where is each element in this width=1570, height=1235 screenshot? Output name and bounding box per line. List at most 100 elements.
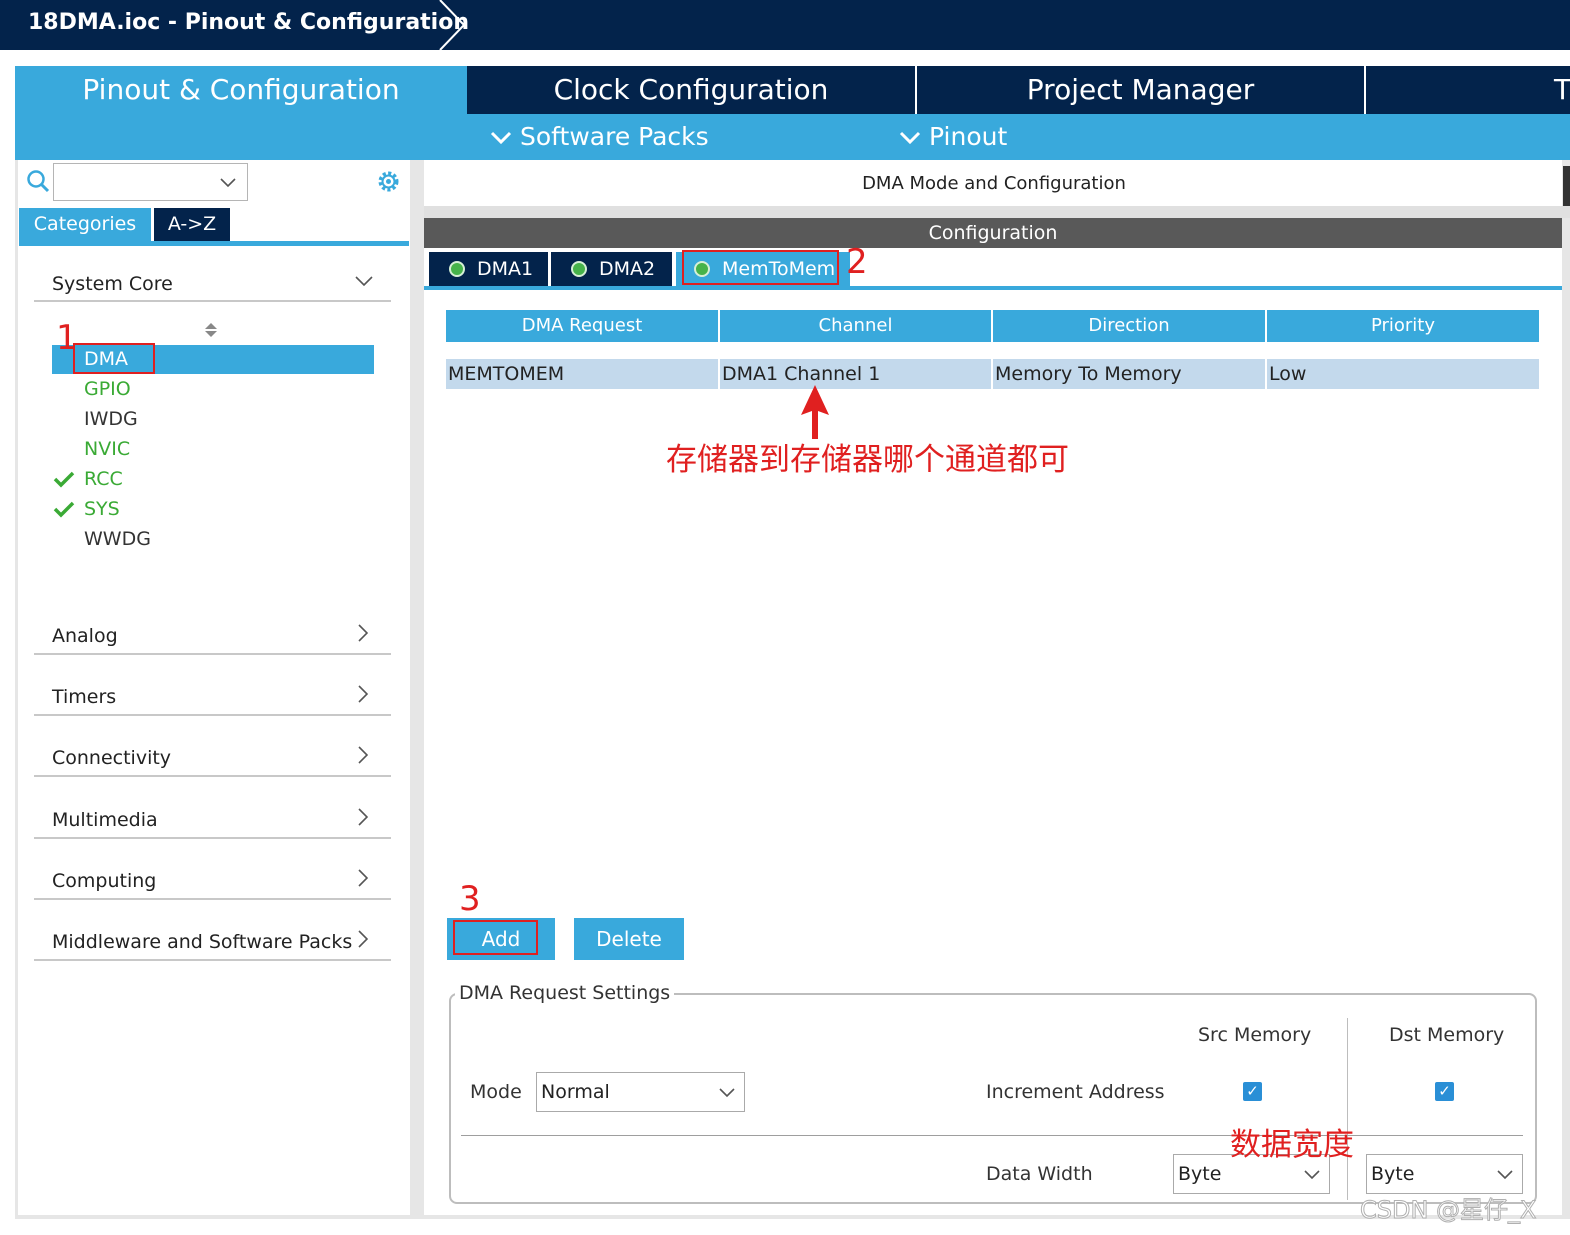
- tab-underline: [424, 286, 1562, 290]
- breadcrumb-arrow-icon: [439, 0, 466, 50]
- check-circle-icon: [449, 261, 465, 277]
- column-header-direction[interactable]: Direction: [993, 310, 1265, 342]
- chevron-down-icon[interactable]: [719, 1088, 735, 1098]
- tab-tools[interactable]: T: [1364, 66, 1570, 114]
- list-item-nvic[interactable]: NVIC: [84, 438, 130, 460]
- category-middleware[interactable]: Middleware and Software Packs: [52, 931, 352, 953]
- check-icon: [53, 471, 75, 488]
- annotation-box-memtomem: [682, 250, 839, 285]
- mode-header-title: DMA Mode and Configuration: [862, 173, 1126, 194]
- category-computing[interactable]: Computing: [52, 870, 156, 892]
- tab-clock-configuration[interactable]: Clock Configuration: [467, 66, 915, 114]
- configuration-header: Configuration: [424, 218, 1562, 248]
- tab-underline: [19, 241, 409, 246]
- tab-pinout-configuration[interactable]: Pinout & Configuration: [15, 66, 467, 114]
- column-header-channel[interactable]: Channel: [720, 310, 991, 342]
- delete-button[interactable]: Delete: [574, 918, 684, 960]
- bottom-border: [15, 1215, 1570, 1219]
- tab-categories[interactable]: Categories: [19, 208, 151, 241]
- chevron-down-icon[interactable]: [355, 276, 373, 288]
- configuration-title: Configuration: [928, 222, 1058, 244]
- divider: [34, 300, 391, 302]
- chevron-right-icon[interactable]: [358, 930, 368, 948]
- pinout-label: Pinout: [929, 122, 1008, 151]
- divider: [34, 653, 391, 655]
- dst-data-width-value: Byte: [1371, 1163, 1415, 1185]
- list-item-iwdg[interactable]: IWDG: [84, 408, 138, 430]
- category-timers[interactable]: Timers: [52, 686, 116, 708]
- annotation-note-channel: 存储器到存储器哪个通道都可: [666, 442, 1069, 478]
- mode-label: Mode: [470, 1081, 522, 1103]
- chevron-right-icon[interactable]: [358, 808, 368, 826]
- divider: [461, 1135, 1523, 1136]
- annotation-number-2: 2: [846, 242, 868, 282]
- software-packs-menu[interactable]: Software Packs: [490, 122, 709, 151]
- cell-priority[interactable]: Low: [1267, 359, 1539, 389]
- category-multimedia[interactable]: Multimedia: [52, 809, 158, 831]
- right-edge: [1562, 160, 1570, 1215]
- annotation-box-dma: [73, 343, 155, 374]
- tab-a-z[interactable]: A->Z: [154, 208, 230, 241]
- list-item-wwdg[interactable]: WWDG: [84, 528, 151, 550]
- tab-dma1[interactable]: DMA1: [429, 252, 548, 286]
- chevron-down-icon: [899, 131, 921, 145]
- list-item-sys[interactable]: SYS: [84, 498, 120, 520]
- annotation-number-3: 3: [459, 879, 481, 919]
- cell-direction[interactable]: Memory To Memory: [993, 359, 1265, 389]
- annotation-arrow-icon: [801, 385, 829, 439]
- search-icon[interactable]: [26, 169, 50, 193]
- sort-icon[interactable]: [204, 322, 218, 338]
- cell-request[interactable]: MEMTOMEM: [446, 359, 718, 389]
- watermark: CSDN @星仔_X: [1360, 1196, 1537, 1225]
- tab-dma2-label: DMA2: [599, 258, 656, 280]
- pinout-menu[interactable]: Pinout: [899, 122, 1007, 151]
- window-title: 18DMA.ioc - Pinout & Configuration: [28, 10, 469, 35]
- chevron-down-icon[interactable]: [1497, 1170, 1513, 1180]
- chevron-down-icon: [490, 131, 512, 145]
- increment-address-label: Increment Address: [986, 1081, 1165, 1103]
- list-item-gpio[interactable]: GPIO: [84, 378, 131, 400]
- mode-header: DMA Mode and Configuration: [424, 160, 1564, 206]
- divider: [34, 898, 391, 900]
- title-bar: 18DMA.ioc - Pinout & Configuration: [0, 0, 1570, 50]
- category-system-core[interactable]: System Core: [52, 273, 173, 295]
- search-input[interactable]: [53, 163, 248, 201]
- chevron-right-icon[interactable]: [358, 685, 368, 703]
- tab-dma1-label: DMA1: [477, 258, 534, 280]
- chevron-right-icon[interactable]: [358, 624, 368, 642]
- gear-icon[interactable]: [375, 168, 402, 195]
- tab-project-manager[interactable]: Project Manager: [915, 66, 1364, 114]
- chevron-down-icon[interactable]: [1304, 1170, 1320, 1180]
- divider: [34, 837, 391, 839]
- scrollbar-thumb[interactable]: [1563, 166, 1570, 206]
- splitter-bar[interactable]: [424, 206, 1570, 218]
- dst-increment-checkbox[interactable]: ✓: [1435, 1082, 1454, 1101]
- chevron-down-icon[interactable]: [220, 178, 236, 188]
- divider: [34, 775, 391, 777]
- sub-menu-bar: [15, 114, 1570, 160]
- software-packs-label: Software Packs: [520, 122, 709, 151]
- chevron-right-icon[interactable]: [358, 746, 368, 764]
- check-icon: [53, 501, 75, 518]
- settings-legend: DMA Request Settings: [455, 982, 675, 1004]
- divider: [34, 714, 391, 716]
- chevron-right-icon[interactable]: [358, 869, 368, 887]
- src-increment-checkbox[interactable]: ✓: [1243, 1082, 1262, 1101]
- category-analog[interactable]: Analog: [52, 625, 118, 647]
- list-item-rcc[interactable]: RCC: [84, 468, 123, 490]
- column-divider: [1347, 1018, 1348, 1200]
- tab-dma2[interactable]: DMA2: [551, 252, 672, 286]
- src-memory-header: Src Memory: [1198, 1024, 1312, 1046]
- src-data-width-value: Byte: [1178, 1163, 1222, 1185]
- column-header-priority[interactable]: Priority: [1267, 310, 1539, 342]
- dst-data-width-select[interactable]: Byte: [1366, 1154, 1523, 1194]
- annotation-box-add: [453, 920, 538, 955]
- panel-splitter[interactable]: [410, 160, 424, 1215]
- column-header-dma-request[interactable]: DMA Request: [446, 310, 718, 342]
- cell-channel[interactable]: DMA1 Channel 1: [720, 359, 991, 389]
- check-circle-icon: [571, 261, 587, 277]
- dst-memory-header: Dst Memory: [1389, 1024, 1505, 1046]
- divider: [34, 959, 391, 961]
- category-connectivity[interactable]: Connectivity: [52, 747, 171, 769]
- mode-select[interactable]: Normal: [536, 1072, 745, 1112]
